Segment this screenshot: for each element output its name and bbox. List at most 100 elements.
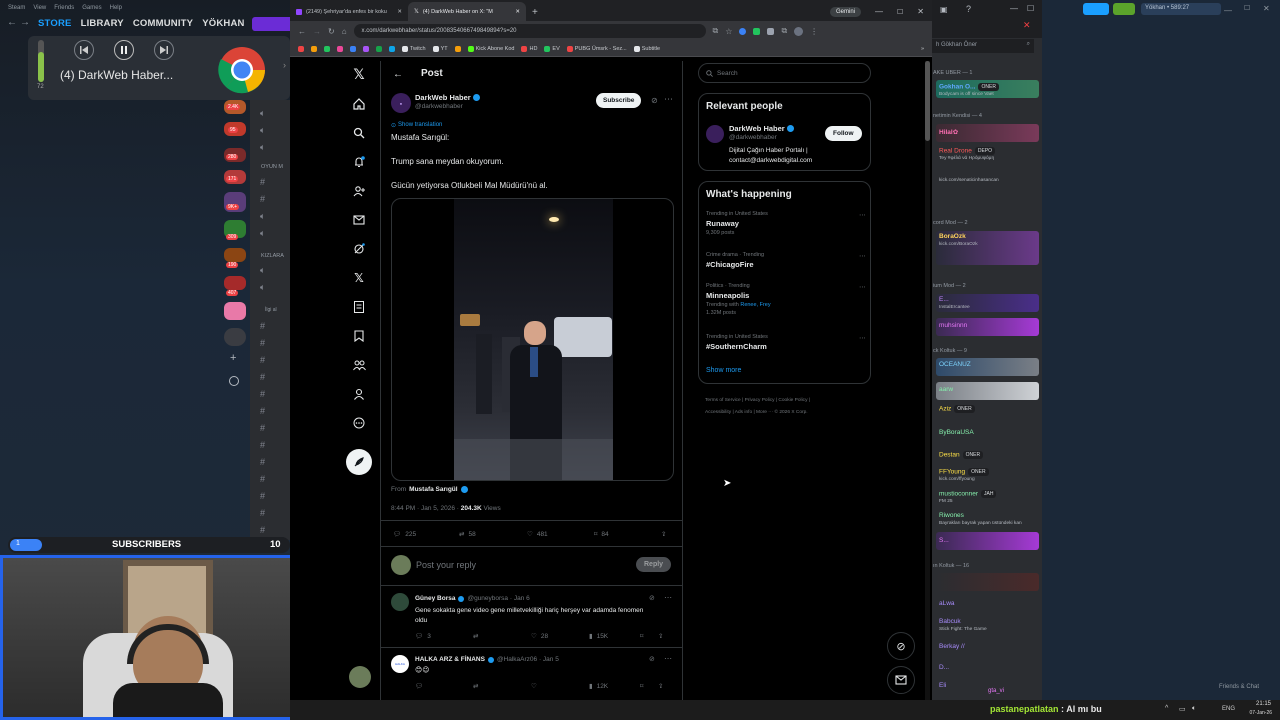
member-row[interactable]: E... [939, 296, 949, 303]
server-icon[interactable] [224, 276, 246, 290]
scrollbar-thumb[interactable] [925, 61, 930, 141]
reply-button[interactable]: Reply [636, 557, 672, 572]
subscribe-button[interactable]: Subscribe [596, 93, 642, 108]
add-server-icon[interactable]: + [230, 352, 236, 364]
member-row[interactable]: Berkay // [939, 643, 965, 650]
hash-icon[interactable]: # [260, 488, 265, 505]
member-row[interactable]: Hilal✿ [939, 128, 958, 136]
footer-link[interactable]: Cookie Policy [778, 398, 807, 403]
bookmark-pubg[interactable]: PUBG Ümsrk - Sez... [566, 45, 627, 52]
minimize-icon[interactable]: — [875, 7, 883, 16]
maximize-icon[interactable]: ☐ [1244, 4, 1250, 12]
author-name[interactable]: DarkWeb Haber [415, 93, 480, 102]
bookmark-icon[interactable]: ⌑ [640, 682, 643, 690]
bookmarks-icon[interactable] [351, 328, 367, 344]
bookmark-icon[interactable] [298, 45, 304, 52]
steam-user-badge[interactable]: Yökhan • 589:27 [1141, 3, 1221, 15]
close-tab-icon[interactable]: ✕ [397, 9, 402, 15]
menu-steam[interactable]: Steam [8, 5, 25, 11]
hash-icon[interactable]: # [260, 335, 265, 352]
bookmark-icon[interactable] [311, 45, 317, 52]
messages-floating-button[interactable] [887, 666, 915, 694]
views-action[interactable]: ▮ 12K [589, 682, 608, 691]
server-icon[interactable] [224, 302, 246, 320]
repost-action[interactable]: ⇄ 58 [459, 530, 476, 539]
nav-library[interactable]: LIBRARY [81, 18, 124, 29]
member-row[interactable]: S... [939, 537, 949, 544]
member-row[interactable]: Riwones [939, 512, 964, 519]
reply-action[interactable]: 💬︎ 3 [415, 632, 431, 641]
speaker-icon[interactable]: 🔈︎ [260, 225, 265, 242]
chevron-right-icon[interactable]: › [283, 60, 286, 70]
reply-avatar[interactable]: HALKA [391, 655, 409, 673]
minimize-icon[interactable]: — [1224, 6, 1232, 15]
relevant-name[interactable]: DarkWeb Haber [729, 124, 794, 133]
hash-icon[interactable]: # [260, 369, 265, 386]
member-row[interactable]: Eli [939, 682, 946, 689]
member-row[interactable]: muhsinnn [939, 322, 967, 329]
channel-group[interactable]: İlgi al [265, 307, 277, 313]
bookmark-star-icon[interactable]: ☆ [725, 27, 732, 36]
tray-chevron-icon[interactable]: ^ [1165, 705, 1168, 712]
install-icon[interactable]: ⧉ [713, 26, 719, 36]
help-icon[interactable]: ? [966, 4, 971, 14]
back-icon[interactable]: ← [298, 27, 306, 36]
grok-floating-button[interactable]: ⊘ [887, 632, 915, 660]
member-row[interactable]: D... [939, 664, 949, 671]
member-row[interactable]: Aziz ONER [939, 405, 975, 413]
trend-item[interactable]: Crime drama · Trending #ChicagoFire ⋯ [706, 252, 866, 273]
trend-item[interactable]: Trending in United States Runaway 9,309 po… [706, 211, 866, 242]
forward-arrow-icon[interactable]: → [20, 17, 30, 28]
previous-track-button[interactable] [74, 40, 94, 60]
bookmark-icon[interactable] [389, 45, 395, 52]
extensions-puzzle-icon[interactable]: ⧉ [781, 26, 787, 36]
compose-post-button[interactable] [346, 449, 372, 475]
hash-icon[interactable]: # [260, 174, 265, 191]
friends-chat-button[interactable]: Friends & Chat [1219, 684, 1259, 690]
footer-link[interactable]: Terms of Service [705, 398, 741, 403]
menu-view[interactable]: View [33, 5, 46, 11]
hash-icon[interactable]: # [260, 505, 265, 522]
more-options-icon[interactable]: ⋯ [664, 593, 672, 602]
hash-icon[interactable]: # [260, 403, 265, 420]
follow-people-icon[interactable] [351, 183, 367, 199]
show-more-link[interactable]: Show more [706, 367, 741, 374]
bookmark-ev[interactable]: EV [544, 45, 560, 52]
bookmark-kick[interactable]: Kick Abone Kod [467, 45, 514, 52]
more-options-icon[interactable]: ⋯ [664, 654, 672, 663]
minimize-icon[interactable]: — [1010, 4, 1018, 13]
steam-notify-button[interactable] [1083, 3, 1109, 15]
home-icon[interactable]: ⌂ [342, 27, 347, 36]
views-action[interactable]: ▮ 15K [589, 632, 608, 641]
hash-icon[interactable]: # [260, 386, 265, 403]
notifications-bell-icon[interactable] [351, 154, 367, 170]
bookmark-icon[interactable] [376, 45, 382, 52]
tab-twitch[interactable]: (2149) Şehriyar'da enfes bir koku ✕ [290, 2, 408, 21]
explore-search-icon[interactable] [351, 125, 367, 141]
from-name[interactable]: Mustafa Sarıgül [409, 486, 457, 493]
member-row[interactable]: Babcuk [939, 618, 961, 625]
volume-icon[interactable]: 🔈︎ [1192, 705, 1196, 713]
maximize-icon[interactable]: ☐ [1027, 4, 1034, 13]
share-icon[interactable]: ⇪ [658, 682, 663, 690]
share-icon[interactable]: ⇪ [661, 530, 666, 538]
menu-dots-icon[interactable]: ⋮ [810, 27, 818, 36]
member-row[interactable]: Gokhan O... ONER [939, 83, 999, 91]
hash-icon[interactable]: # [260, 420, 265, 437]
more-options-icon[interactable]: ⋯ [859, 283, 866, 291]
clock-time[interactable]: 21:15 [1245, 701, 1271, 707]
menu-help[interactable]: Help [110, 5, 122, 11]
reply-avatar[interactable] [391, 593, 409, 611]
network-icon[interactable]: ▭ [1179, 705, 1186, 713]
speaker-icon[interactable]: 🔈︎ [260, 208, 265, 225]
post-video[interactable] [391, 198, 674, 481]
footer-link[interactable]: More ··· [756, 410, 773, 415]
bookmark-subtitle[interactable]: Subtitle [633, 45, 660, 52]
hash-icon[interactable]: # [260, 454, 265, 471]
reply-author-name[interactable]: HALKA ARZ & FİNANS [415, 656, 485, 663]
profile-avatar[interactable] [794, 26, 804, 36]
more-options-icon[interactable]: ⋯ [664, 94, 673, 105]
forward-icon[interactable]: → [313, 27, 321, 36]
nav-community[interactable]: COMMUNITY [133, 18, 193, 29]
member-row[interactable]: ByBoraUSA [939, 429, 974, 436]
